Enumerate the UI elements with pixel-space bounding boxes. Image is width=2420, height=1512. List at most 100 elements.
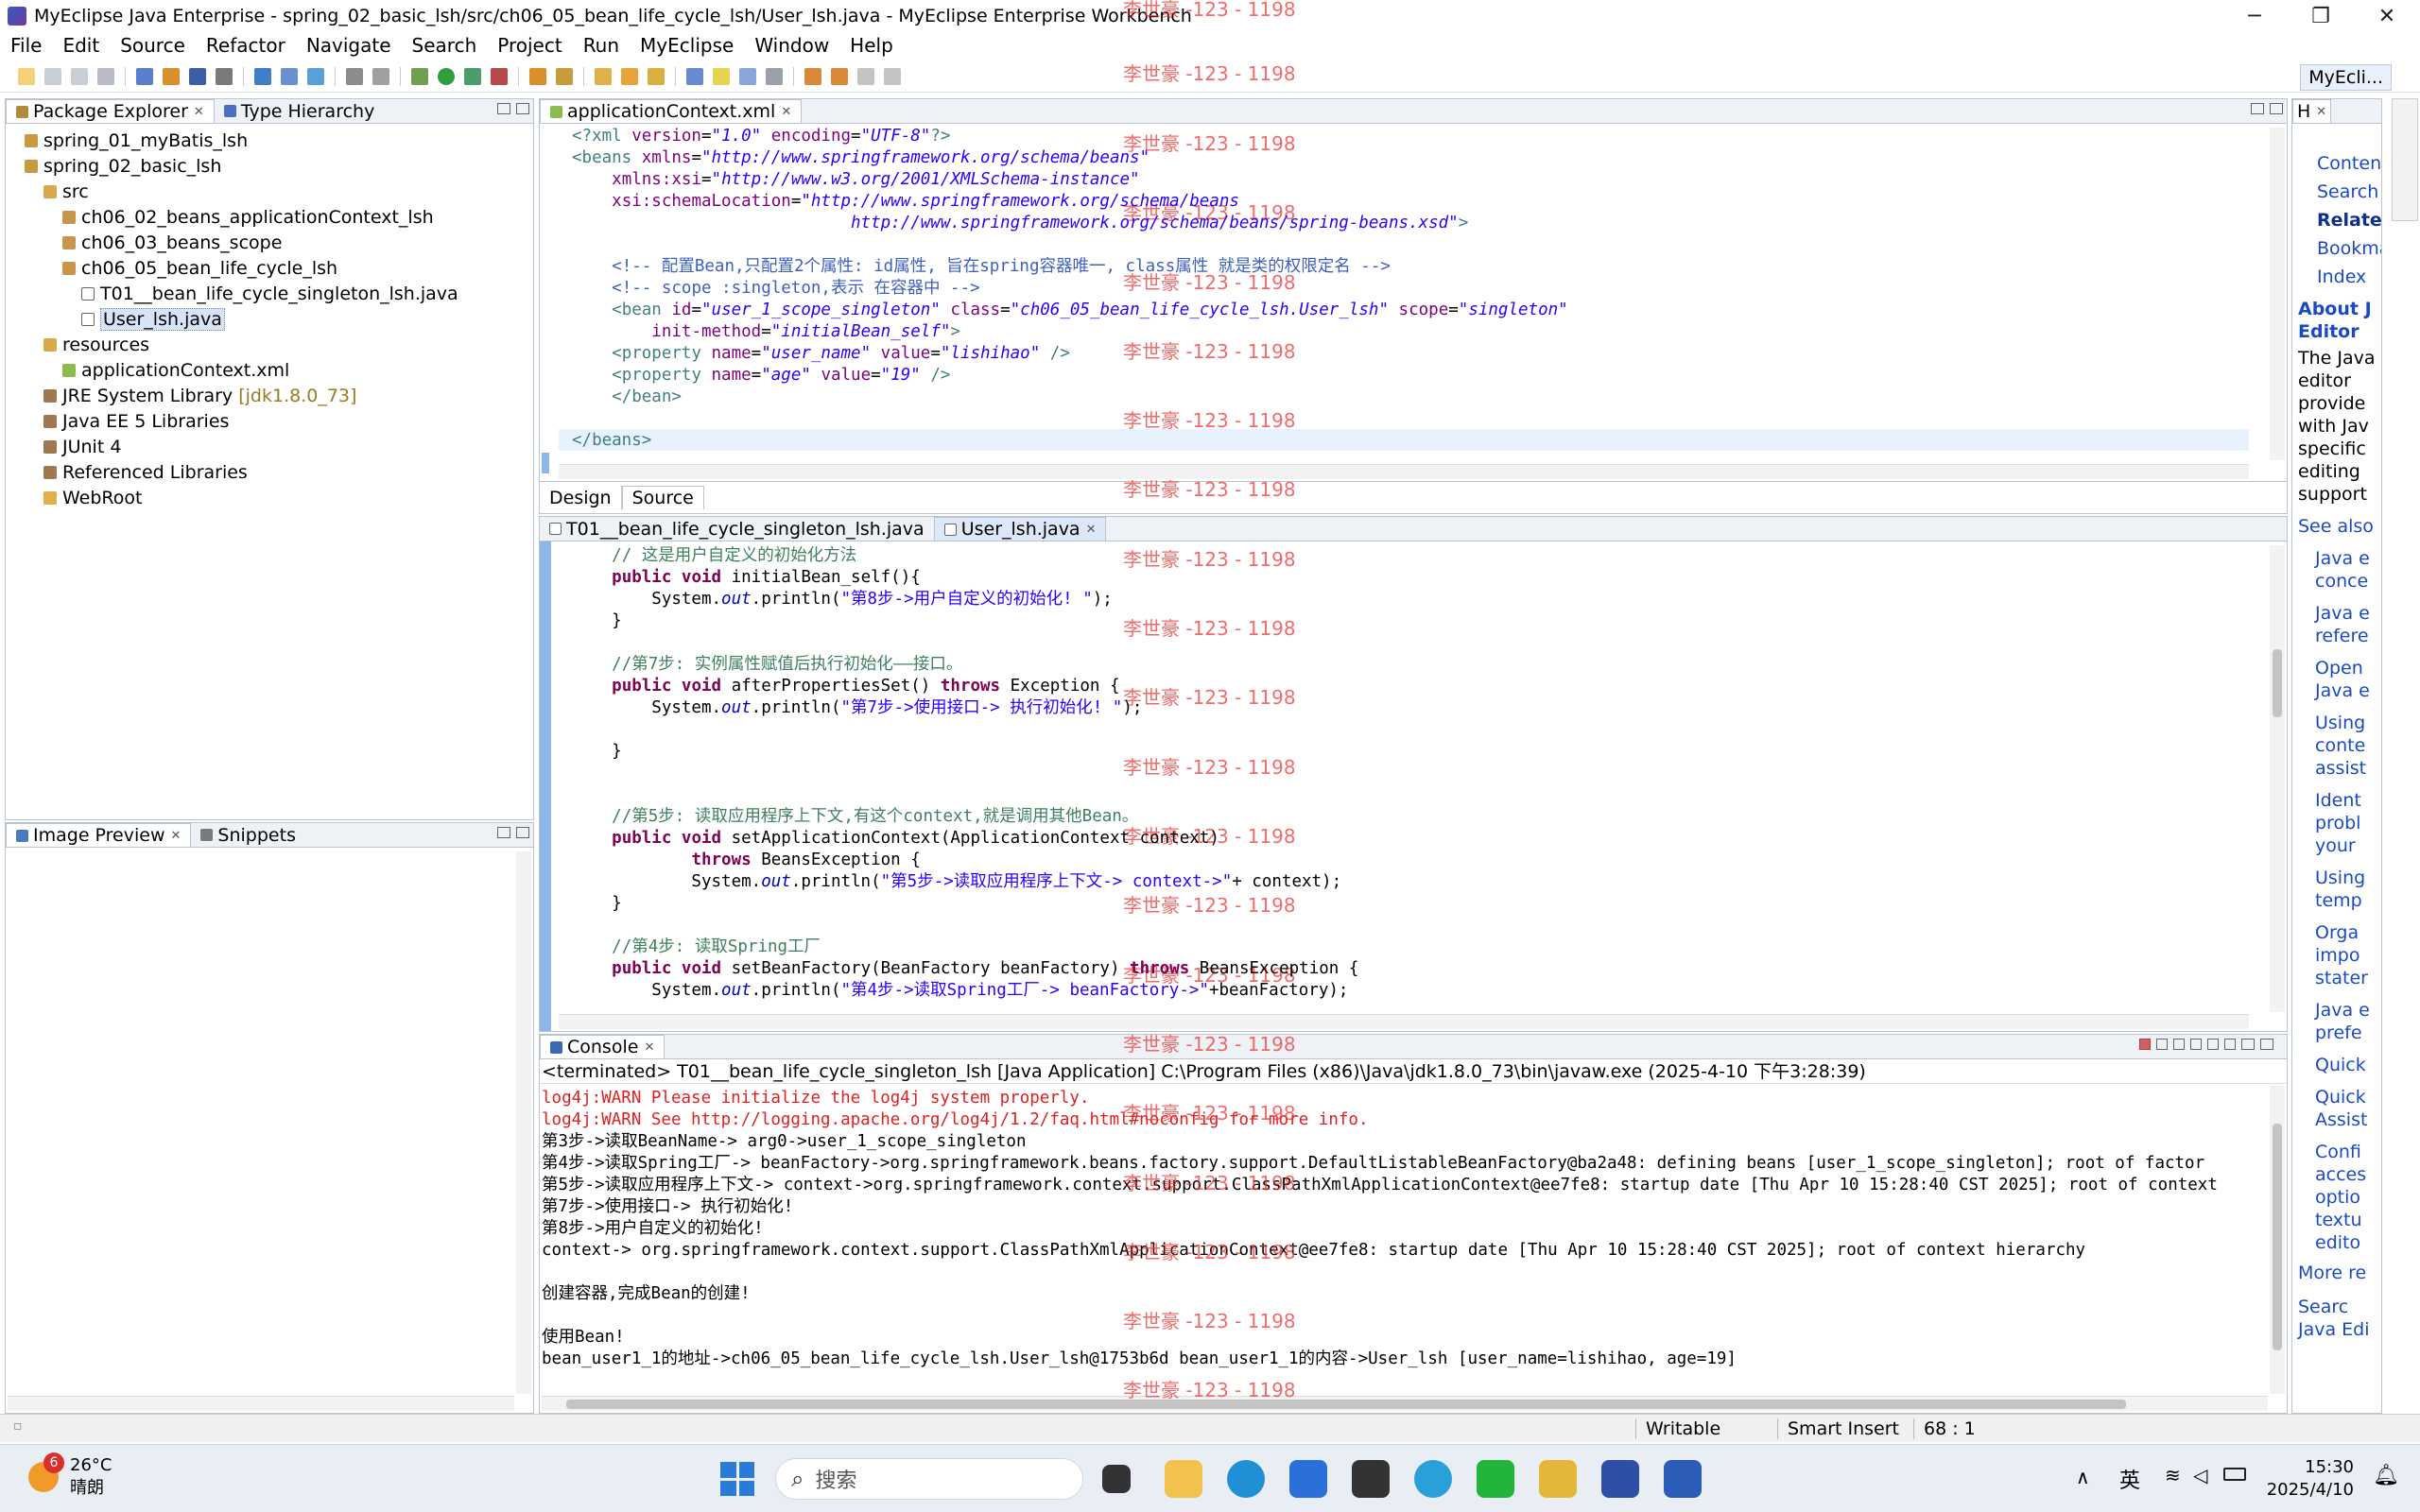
wechat-icon[interactable] (1477, 1460, 1514, 1498)
close-button[interactable]: ✕ (2354, 0, 2420, 32)
tab-application-context-xml[interactable]: applicationContext.xml ✕ (540, 99, 803, 123)
database-icon[interactable] (346, 67, 363, 85)
print-icon[interactable] (97, 67, 114, 85)
web-browser-icon[interactable] (307, 67, 324, 85)
vertical-scrollbar[interactable] (2270, 1086, 2285, 1394)
save-icon[interactable] (44, 67, 61, 85)
horizontal-scrollbar[interactable] (559, 464, 2249, 479)
tree-item[interactable]: applicationContext.xml (6, 357, 533, 383)
perspective-switcher[interactable]: MyEcli... (2300, 64, 2392, 91)
help-see-also[interactable]: See also (2298, 515, 2379, 538)
app-icon[interactable] (1352, 1460, 1390, 1498)
close-tab-icon[interactable]: ✕ (2316, 105, 2326, 119)
show-whitespace-icon[interactable] (766, 67, 783, 85)
next-annotation-icon[interactable] (804, 67, 821, 85)
tree-item[interactable]: T01__bean_life_cycle_singleton_lsh.java (6, 281, 533, 306)
deploy-icon[interactable] (254, 67, 271, 85)
help-related-link[interactable]: Confi acces optio textu edito (2298, 1141, 2379, 1254)
tree-item[interactable]: ch06_02_beans_applicationContext_lsh (6, 204, 533, 230)
edge-browser-icon[interactable] (1227, 1460, 1265, 1498)
tab-help[interactable]: H ✕ (2292, 99, 2332, 123)
tools-icon[interactable] (372, 67, 389, 85)
horizontal-scrollbar[interactable] (559, 1014, 2249, 1029)
ime-indicator[interactable]: 英 (2119, 1464, 2140, 1494)
help-related-link[interactable]: Using temp (2298, 867, 2379, 912)
maximize-view-icon[interactable] (516, 103, 529, 114)
help-related-link[interactable]: Ident probl your (2298, 789, 2379, 857)
minimize-button[interactable]: ─ (2221, 0, 2288, 32)
server-icon[interactable] (216, 67, 233, 85)
close-tab-icon[interactable]: ✕ (1086, 523, 1097, 537)
manage-icon[interactable] (281, 67, 298, 85)
annotation-icon[interactable] (686, 67, 703, 85)
tree-item[interactable]: User_lsh.java (6, 306, 533, 332)
maximize-view-icon[interactable] (2270, 103, 2283, 114)
tree-item[interactable]: ch06_03_beans_scope (6, 230, 533, 255)
scroll-lock-icon[interactable] (2190, 1039, 2202, 1050)
minimize-view-icon[interactable] (2241, 1039, 2255, 1050)
store-icon[interactable] (1289, 1460, 1327, 1498)
tree-item[interactable]: resources (6, 332, 533, 357)
help-link-search[interactable]: Search (2317, 180, 2381, 203)
tree-item[interactable]: spring_02_basic_lsh (6, 153, 533, 179)
menu-navigate[interactable]: Navigate (296, 34, 402, 57)
edit-icon[interactable] (648, 67, 665, 85)
close-tab-icon[interactable]: ✕ (781, 105, 791, 119)
highlight-icon[interactable] (713, 67, 730, 85)
terminate-icon[interactable] (2139, 1039, 2151, 1050)
start-button[interactable] (720, 1462, 754, 1496)
tab-image-preview[interactable]: Image Preview ✕ (6, 823, 192, 847)
menu-project[interactable]: Project (487, 34, 572, 57)
tab-user-lsh-java[interactable]: User_lsh.java ✕ (933, 517, 1107, 541)
paint-icon[interactable] (1539, 1460, 1577, 1498)
new-icon[interactable] (18, 67, 35, 85)
help-search-footer[interactable]: Searc Java Edi (2298, 1296, 2379, 1341)
tree-item[interactable]: JUnit 4 (6, 434, 533, 459)
menu-window[interactable]: Window (744, 34, 839, 57)
block-select-icon[interactable] (739, 67, 756, 85)
tree-item[interactable]: src (6, 179, 533, 204)
help-link-related[interactable]: Related (2317, 209, 2381, 232)
minimize-view-icon[interactable] (2251, 103, 2264, 114)
help-related-link[interactable]: Java e conce (2298, 547, 2379, 593)
tab-type-hierarchy[interactable]: Type Hierarchy (215, 99, 385, 123)
menu-source[interactable]: Source (110, 34, 196, 57)
help-related-link[interactable]: Using conte assist (2298, 712, 2379, 780)
myeclipse-taskbar-icon[interactable] (1601, 1460, 1639, 1498)
notification-bell-icon[interactable]: 🔔︎ (2373, 1464, 2399, 1487)
tree-item[interactable]: spring_01_myBatis_lsh (6, 128, 533, 153)
close-tab-icon[interactable]: ✕ (171, 829, 182, 843)
xml-code-area[interactable]: <?xml version="1.0" encoding="UTF-8"?> <b… (572, 126, 2249, 452)
help-link-content[interactable]: Content (2317, 152, 2381, 175)
tab-t01-java[interactable]: T01__bean_life_cycle_singleton_lsh.java (540, 517, 934, 541)
menu-run[interactable]: Run (573, 34, 630, 57)
tree-item[interactable]: JRE System Library [jdk1.8.0_73] (6, 383, 533, 408)
tab-console[interactable]: Console ✕ (540, 1035, 666, 1058)
menu-myeclipse[interactable]: MyEclipse (630, 34, 744, 57)
volume-icon[interactable]: ◁ (2193, 1464, 2207, 1486)
tab-snippets[interactable]: Snippets (191, 823, 305, 847)
console-output[interactable]: log4j:WARN Please initialize the log4j s… (542, 1088, 2258, 1370)
horizontal-scrollbar[interactable] (542, 1396, 2268, 1411)
menu-edit[interactable]: Edit (52, 34, 110, 57)
help-related-link[interactable]: Quick (2298, 1054, 2379, 1076)
pin-console-icon[interactable] (2207, 1039, 2219, 1050)
system-clock[interactable]: 15:30 2025/4/10 (2267, 1456, 2354, 1502)
tray-chevron-icon[interactable]: ∧ (2076, 1466, 2090, 1488)
help-link-bookmarks[interactable]: Bookma (2317, 237, 2381, 260)
tab-design[interactable]: Design (540, 486, 622, 509)
forward-icon[interactable] (884, 67, 901, 85)
tree-item[interactable]: Java EE 5 Libraries (6, 408, 533, 434)
new-java-class-icon[interactable] (529, 67, 546, 85)
copilot-edge-icon[interactable] (1414, 1460, 1452, 1498)
help-related-link[interactable]: Orga impo stater (2298, 921, 2379, 989)
maximize-view-icon[interactable] (516, 827, 529, 838)
scroll-thumb[interactable] (2273, 1124, 2282, 1350)
close-tab-icon[interactable]: ✕ (194, 105, 204, 119)
menu-help[interactable]: Help (839, 34, 904, 57)
file-explorer-icon[interactable] (1165, 1460, 1202, 1498)
minimize-view-icon[interactable] (497, 103, 510, 114)
task-view-icon[interactable] (1102, 1465, 1131, 1493)
tree-item[interactable]: ch06_05_bean_life_cycle_lsh (6, 255, 533, 281)
prev-annotation-icon[interactable] (831, 67, 848, 85)
